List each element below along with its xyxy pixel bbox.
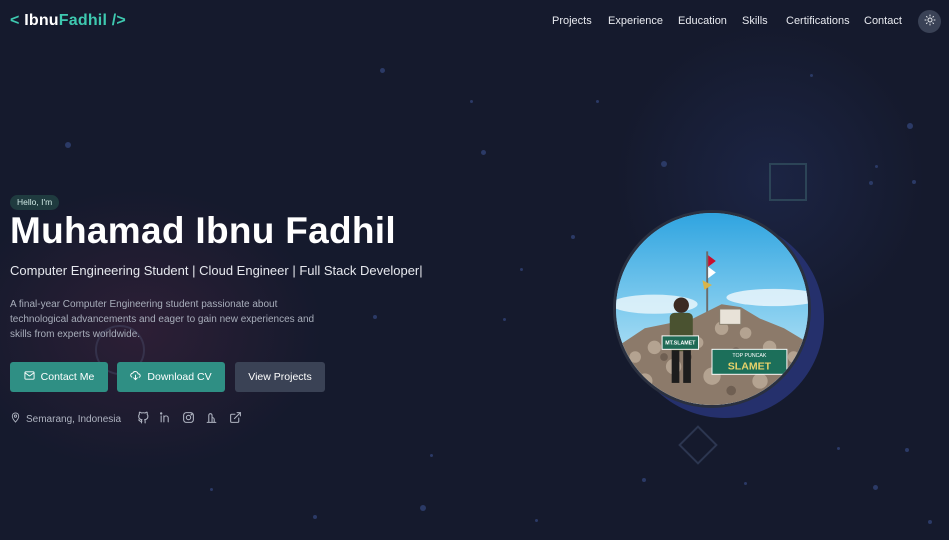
map-pin-icon: [10, 412, 21, 426]
linkedin-icon[interactable]: [159, 411, 172, 424]
hero-description: A final-year Computer Engineering studen…: [10, 299, 315, 340]
mail-icon: [24, 370, 35, 384]
photo-banner-top: TOP PUNCAK: [732, 353, 767, 359]
photo-banner-main: SLAMET: [728, 360, 772, 372]
photo-sign-text: MT.SLAMET: [665, 341, 696, 347]
nav-link-contact[interactable]: Contact: [864, 15, 902, 27]
hero-name: Muhamad Ibnu Fadhil: [10, 210, 396, 251]
site-header: < IbnuFadhil /> Projects Experience Educ…: [0, 0, 949, 42]
theme-toggle-button[interactable]: [918, 10, 941, 33]
hero-role: Computer Engineering Student | Cloud Eng…: [10, 263, 423, 278]
view-projects-button[interactable]: View Projects: [235, 362, 325, 392]
external-link-icon[interactable]: [229, 411, 242, 424]
location: Semarang, Indonesia: [10, 412, 121, 426]
nav-link-skills[interactable]: Skills: [742, 15, 768, 27]
view-projects-label: View Projects: [248, 371, 312, 383]
threads-icon[interactable]: [205, 411, 218, 424]
sun-icon: [924, 13, 936, 31]
cloud-download-icon: [130, 370, 141, 384]
greeting-badge: Hello, I'm: [10, 195, 60, 210]
download-cv-button[interactable]: Download CV: [117, 362, 225, 392]
contact-me-label: Contact Me: [40, 371, 95, 383]
location-text: Semarang, Indonesia: [26, 413, 122, 425]
site-logo[interactable]: < IbnuFadhil />: [10, 12, 126, 30]
nav-link-education[interactable]: Education: [678, 15, 727, 27]
contact-me-button[interactable]: Contact Me: [10, 362, 108, 392]
github-icon[interactable]: [137, 411, 150, 424]
nav-link-projects[interactable]: Projects: [552, 15, 592, 27]
logo-bracket-open: <: [10, 12, 25, 29]
nav-link-experience[interactable]: Experience: [608, 15, 663, 27]
profile-photo: MT.SLAMET TOP PUNCAK SLAMET: [613, 210, 811, 408]
nav-link-certifications[interactable]: Certifications: [786, 15, 850, 27]
logo-last-name: Fadhil: [58, 12, 108, 29]
instagram-icon[interactable]: [182, 411, 195, 424]
download-cv-label: Download CV: [147, 371, 212, 383]
logo-bracket-close: />: [107, 12, 126, 29]
logo-first-name: Ibnu: [24, 12, 59, 29]
